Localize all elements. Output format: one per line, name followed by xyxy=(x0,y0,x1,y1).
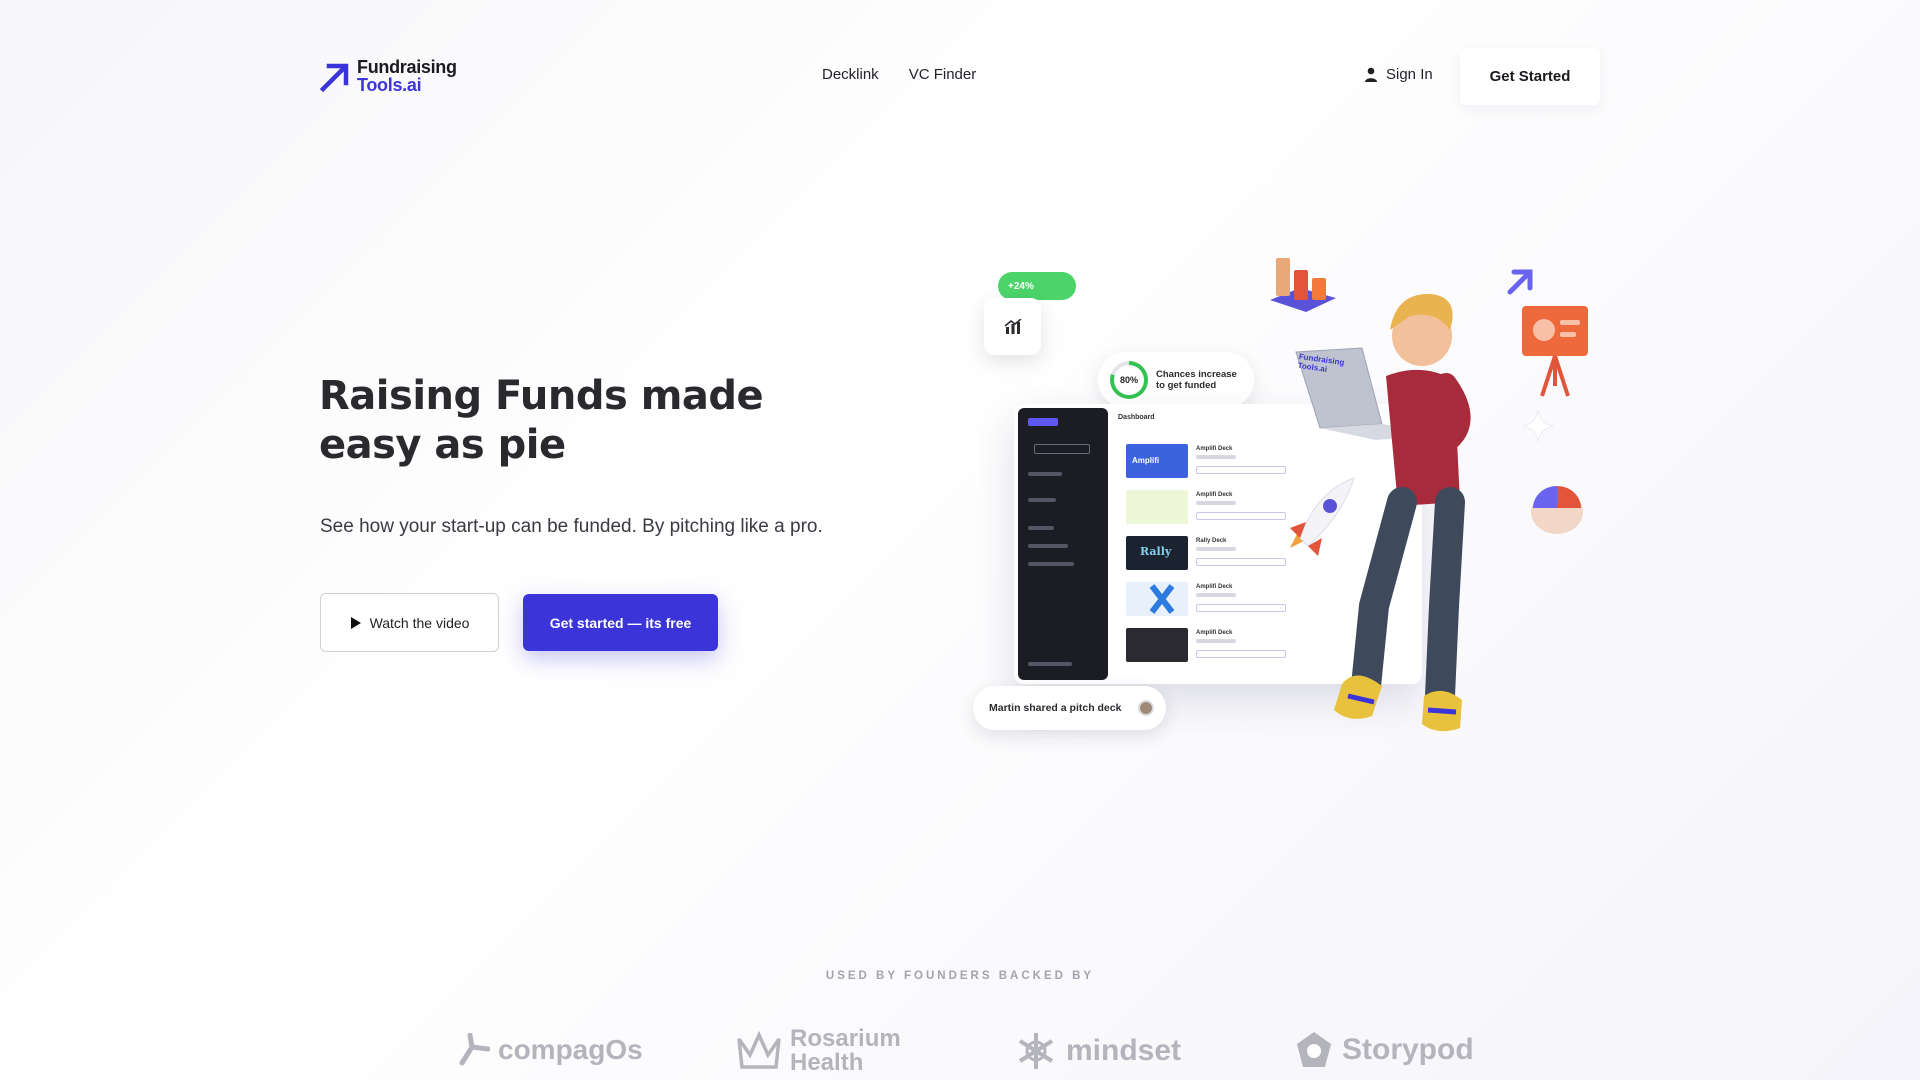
nav-links: Decklink VC Finder xyxy=(822,66,976,83)
play-icon xyxy=(350,616,361,629)
deck-name: Amplifi Deck xyxy=(1196,492,1233,498)
partner-mindset: mindset xyxy=(1014,1029,1181,1073)
watch-video-label: Watch the video xyxy=(369,614,470,631)
deck-thumbnail xyxy=(1126,490,1188,524)
partner-name: compagOs xyxy=(498,1034,643,1065)
partner-name: Rosarium Health xyxy=(790,1025,901,1076)
user-icon xyxy=(1365,67,1377,82)
toast-text: Martin shared a pitch deck xyxy=(989,702,1122,714)
hero-title-line1: Raising Funds made xyxy=(319,373,764,419)
x-logo-icon xyxy=(1149,584,1175,614)
partner-name: mindset xyxy=(1066,1034,1182,1067)
hero-title-line2: easy as pie xyxy=(319,422,566,468)
deck-thumbnail: Amplifi xyxy=(1126,444,1188,478)
deck-name: Rally Deck xyxy=(1196,538,1227,544)
deck-meta xyxy=(1196,501,1236,505)
chart-card xyxy=(984,298,1041,355)
hero-title: Raising Funds made easy as pie xyxy=(319,372,839,470)
chart-icon xyxy=(1003,318,1022,334)
logo-text: Fundraising Tools.ai xyxy=(357,58,457,94)
sidebar-row xyxy=(1028,526,1054,530)
partner-name: Storypod xyxy=(1342,1033,1474,1066)
deck-meta xyxy=(1196,455,1236,459)
character-illustration xyxy=(1295,293,1471,732)
deck-name: Amplifi Deck xyxy=(1196,584,1233,590)
sidebar-row xyxy=(1028,544,1068,548)
share-toast: Martin shared a pitch deck xyxy=(973,686,1166,730)
growth-badge: +24% xyxy=(998,272,1076,300)
chance-text: Chances increase to get funded xyxy=(1156,369,1237,391)
chance-percent: 80% xyxy=(1114,365,1144,395)
dashboard-heading: Dashboard xyxy=(1118,414,1155,421)
sidebar-row xyxy=(1028,562,1074,566)
logo[interactable]: Fundraising Tools.ai xyxy=(319,58,457,94)
deck-name: Amplifi Deck xyxy=(1196,630,1233,636)
sidebar-row xyxy=(1028,498,1056,502)
deck-link-field xyxy=(1196,604,1286,612)
storypod-logo-icon xyxy=(1297,1032,1331,1067)
deck-link-field xyxy=(1196,650,1286,658)
deck-thumbnail: Rally xyxy=(1126,536,1188,570)
logo-line1: Fundraising xyxy=(357,57,457,77)
watch-video-button[interactable]: Watch the video xyxy=(320,593,499,652)
partner-storypod: Storypod xyxy=(1294,1029,1474,1071)
deck-meta xyxy=(1196,639,1236,643)
deck-link-field xyxy=(1196,466,1286,474)
logo-arrow-icon xyxy=(319,63,349,92)
get-started-button[interactable]: Get Started xyxy=(1460,48,1600,105)
deck-thumbnail xyxy=(1126,628,1188,662)
sign-in-label: Sign In xyxy=(1386,66,1433,83)
progress-ring: 80% xyxy=(1110,361,1148,399)
sign-in-link[interactable]: Sign In xyxy=(1364,66,1433,83)
get-started-free-button[interactable]: Get started — its free xyxy=(523,594,718,651)
logo-line2: Tools.ai xyxy=(357,75,422,95)
deck-link-field xyxy=(1196,512,1286,520)
avatar xyxy=(1138,700,1154,716)
dashboard-sidebar xyxy=(1018,408,1108,680)
deck-meta xyxy=(1196,593,1236,597)
deck-thumbnail xyxy=(1126,582,1188,616)
nav-link-decklink[interactable]: Decklink xyxy=(822,66,879,83)
deck-name: Amplifi Deck xyxy=(1196,446,1233,452)
top-nav: Fundraising Tools.ai Decklink VC Finder … xyxy=(0,48,1920,105)
chance-card: 80% Chances increase to get funded xyxy=(1098,352,1254,408)
dashboard-logo xyxy=(1028,418,1058,426)
crown-logo-icon xyxy=(737,1030,781,1069)
partner-logos: compagOs Rosarium Health mindset Storypo… xyxy=(0,1027,1920,1080)
nav-link-vc-finder[interactable]: VC Finder xyxy=(909,66,977,83)
sidebar-row xyxy=(1028,472,1062,476)
deck-meta xyxy=(1196,547,1236,551)
partner-compagos: compagOs xyxy=(456,1033,643,1067)
partner-rosarium: Rosarium Health xyxy=(736,1027,910,1075)
mindset-logo-icon xyxy=(1018,1033,1054,1069)
hero-illustration: +24% 80% Chances increase to get funded xyxy=(960,240,1600,780)
sidebar-row xyxy=(1028,662,1072,666)
hero-subtitle: See how your start-up can be funded. By … xyxy=(320,516,823,537)
used-by-label: USED BY FOUNDERS BACKED BY xyxy=(825,970,1095,982)
compagos-logo-icon xyxy=(459,1033,490,1066)
new-deck-button xyxy=(1034,444,1090,454)
deck-link-field xyxy=(1196,558,1286,566)
